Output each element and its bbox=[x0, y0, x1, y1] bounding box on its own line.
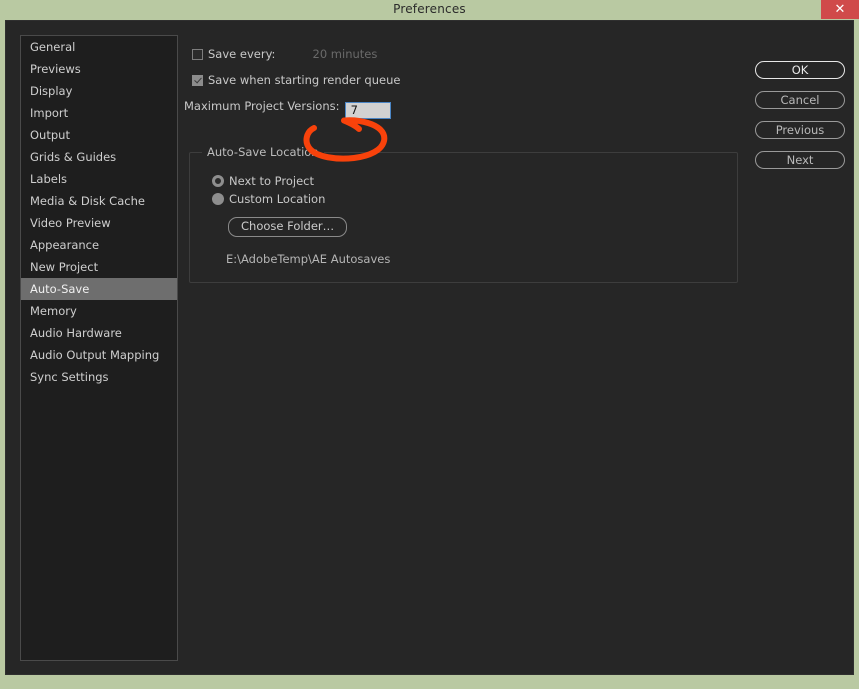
save-every-row: Save every: 20 minutes bbox=[192, 43, 377, 62]
dialog-button-column: OK Cancel Previous Next bbox=[755, 61, 845, 181]
preferences-window: Preferences ✕ General Previews Display Impo… bbox=[0, 0, 859, 689]
sidebar-item-sync-settings[interactable]: Sync Settings bbox=[21, 366, 177, 388]
choose-folder-button[interactable]: Choose Folder… bbox=[228, 217, 348, 237]
sidebar-item-audio-hardware[interactable]: Audio Hardware bbox=[21, 322, 177, 344]
max-project-versions-row: Maximum Project Versions: 7 bbox=[184, 95, 391, 119]
sidebar-item-new-project[interactable]: New Project bbox=[21, 256, 177, 278]
dialog-body: General Previews Display Import Output Grids … bbox=[5, 20, 854, 675]
autosave-path-text: E:\AdobeTemp\AE Autosaves bbox=[226, 252, 391, 266]
sidebar-item-general[interactable]: General bbox=[21, 36, 177, 58]
sidebar-item-labels[interactable]: Labels bbox=[21, 168, 177, 190]
save-every-interval-value[interactable]: 20 minutes bbox=[313, 47, 378, 61]
save-render-queue-label: Save when starting render queue bbox=[208, 73, 401, 87]
next-to-project-radio[interactable] bbox=[212, 175, 224, 187]
autosave-path-row: E:\AdobeTemp\AE Autosaves bbox=[226, 248, 390, 267]
custom-location-radio[interactable] bbox=[212, 193, 224, 205]
save-render-queue-checkbox[interactable] bbox=[192, 75, 203, 86]
sidebar-item-grids-guides[interactable]: Grids & Guides bbox=[21, 146, 177, 168]
cancel-button[interactable]: Cancel bbox=[755, 91, 845, 109]
ok-button[interactable]: OK bbox=[755, 61, 845, 79]
custom-location-label: Custom Location bbox=[229, 192, 326, 206]
autosave-location-group-label: Auto-Save Location bbox=[202, 145, 324, 159]
next-to-project-option[interactable]: Next to Project bbox=[212, 170, 314, 189]
max-project-versions-label: Maximum Project Versions: bbox=[184, 99, 340, 113]
sidebar-item-display[interactable]: Display bbox=[21, 80, 177, 102]
sidebar-item-media-disk-cache[interactable]: Media & Disk Cache bbox=[21, 190, 177, 212]
sidebar-item-previews[interactable]: Previews bbox=[21, 58, 177, 80]
max-project-versions-input[interactable]: 7 bbox=[344, 102, 391, 119]
preferences-category-list[interactable]: General Previews Display Import Output Grids … bbox=[20, 35, 178, 661]
choose-folder-row: Choose Folder… bbox=[228, 215, 348, 237]
next-button[interactable]: Next bbox=[755, 151, 845, 169]
previous-button[interactable]: Previous bbox=[755, 121, 845, 139]
sidebar-item-video-preview[interactable]: Video Preview bbox=[21, 212, 177, 234]
sidebar-item-appearance[interactable]: Appearance bbox=[21, 234, 177, 256]
save-render-queue-row: Save when starting render queue bbox=[192, 69, 400, 88]
custom-location-option[interactable]: Custom Location bbox=[212, 188, 325, 207]
next-to-project-label: Next to Project bbox=[229, 174, 314, 188]
sidebar-item-audio-output-mapping[interactable]: Audio Output Mapping bbox=[21, 344, 177, 366]
sidebar-item-output[interactable]: Output bbox=[21, 124, 177, 146]
window-title: Preferences bbox=[393, 2, 466, 16]
save-every-checkbox[interactable] bbox=[192, 49, 203, 60]
close-icon[interactable]: ✕ bbox=[821, 0, 859, 19]
autosave-settings-panel: Save every: 20 minutes Save when startin… bbox=[184, 35, 738, 661]
autosave-location-group: Auto-Save Location Next to Project Custo… bbox=[189, 145, 738, 283]
window-titlebar: Preferences ✕ bbox=[0, 0, 859, 20]
save-every-label: Save every: bbox=[208, 47, 276, 61]
sidebar-item-auto-save[interactable]: Auto-Save bbox=[21, 278, 177, 300]
sidebar-item-import[interactable]: Import bbox=[21, 102, 177, 124]
sidebar-item-memory[interactable]: Memory bbox=[21, 300, 177, 322]
